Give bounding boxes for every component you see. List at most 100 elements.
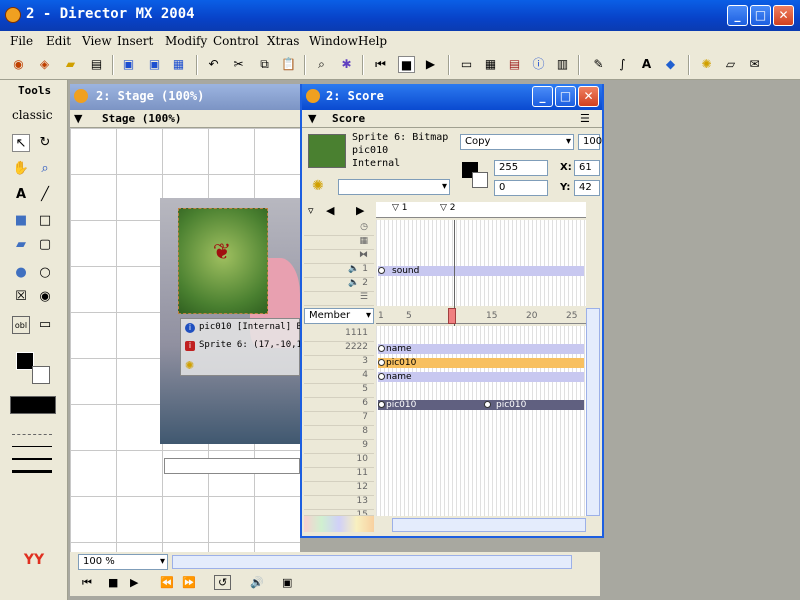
play-icon[interactable]: ▶ [130,576,138,589]
behavior-icon[interactable]: ✺ [312,178,324,194]
channel-label[interactable]: 5 [304,384,374,398]
channel-label[interactable]: 7 [304,412,374,426]
menu-window[interactable]: Window [309,34,358,48]
filled-round-rect-tool-icon[interactable]: ▰ [12,236,30,254]
copy-icon[interactable]: ⧉ [256,56,273,73]
checkbox-tool-icon[interactable]: ☒ [12,288,30,306]
radio-tool-icon[interactable]: ◉ [36,288,54,306]
score-close-button[interactable]: ✕ [578,86,599,107]
tempo-channel-icon[interactable]: ◷ [304,222,374,236]
zoom-select[interactable]: 100 % ▾ [78,554,168,570]
sound-channel-1[interactable]: 🔈 1 [304,264,374,278]
y-field[interactable]: 42 [574,180,600,196]
line-width-2[interactable] [12,458,52,460]
button-tool-icon[interactable]: obl [12,316,30,334]
sprite-pic010-3[interactable]: pic010 [378,358,584,368]
maximize-button[interactable]: □ [750,5,771,26]
menu-insert[interactable]: Insert [117,34,153,48]
zoom-tool-icon[interactable]: ⌕ [36,160,54,178]
sound-sprite[interactable]: sound [378,266,584,276]
line-width-3[interactable] [12,470,52,473]
line-width-1[interactable] [12,446,52,447]
channel-label[interactable]: 11 [304,468,374,482]
channel-label[interactable]: 9 [304,440,374,454]
stage-window-icon[interactable]: ▭ [458,56,475,73]
script-channel-icon[interactable]: ☰ [304,292,374,306]
rect-tool-icon[interactable]: □ [36,212,54,230]
publish-icon[interactable]: ▦ [170,56,187,73]
script-icon[interactable]: ▱ [722,56,739,73]
import-icon[interactable]: ▤ [88,56,105,73]
marker-channel[interactable]: ▽ 1 ▽ 2 [376,202,586,218]
step-forward-icon[interactable]: ⏩ [182,576,196,589]
cast-window-icon[interactable]: ▦ [482,56,499,73]
vector-shape-icon[interactable]: ∫ [614,56,631,73]
sprite-name-4[interactable]: name [378,372,584,382]
new-movie-icon[interactable]: ◉ [10,56,27,73]
channel-label[interactable]: 1111 [304,328,374,342]
channel-label[interactable]: 4 [304,370,374,384]
line-tool-icon[interactable]: ╱ [36,186,54,204]
blend-field[interactable]: 100 [578,134,602,150]
minimize-button[interactable]: _ [727,5,748,26]
undo-icon[interactable]: ↶ [205,56,222,73]
field-tool-icon[interactable]: ▭ [36,316,54,334]
sprite-channels-grid[interactable] [376,326,586,516]
find-icon[interactable]: ⌕ [313,56,330,73]
rewind-icon[interactable]: ⏮ [372,56,389,73]
loop-icon[interactable]: ↺ [214,575,232,590]
filled-ellipse-tool-icon[interactable]: ● [12,264,30,282]
channel-label[interactable]: 10 [304,454,374,468]
stop-icon[interactable]: ■ [398,56,415,73]
volume-icon[interactable]: 🔊 [250,576,264,589]
score-vscroll[interactable] [586,308,600,516]
movie-camera-icon[interactable]: ▣ [282,576,292,589]
menu-edit[interactable]: Edit [46,34,71,48]
score-window-icon[interactable]: ▤ [506,56,523,73]
menu-modify[interactable]: Modify [165,34,207,48]
score-hscroll[interactable] [392,518,586,532]
menu-xtras[interactable]: Xtras [267,34,299,48]
sound-channel-2[interactable]: 🔈 2 [304,278,374,292]
next-marker-icon[interactable]: ▶ [356,204,364,217]
paste-icon[interactable]: 📋 [280,56,297,73]
shockwave-3d-icon[interactable]: ◆ [662,56,679,73]
save-icon[interactable]: ▣ [120,56,137,73]
sprite-pic010-6b[interactable]: pic010 [484,400,584,410]
score-options-icon[interactable]: ☰ [580,112,590,125]
palette-channel-icon[interactable]: ▦ [304,236,374,250]
menu-view[interactable]: View [82,34,112,48]
ink-select[interactable]: Copy ▾ [460,134,574,150]
prev-marker-icon[interactable]: ◀ [326,204,334,217]
channel-label[interactable]: 13 [304,496,374,510]
behavior-icon[interactable]: ✺ [698,56,715,73]
property-inspector-icon[interactable]: ⓘ [530,56,547,73]
color-palette-strip[interactable] [304,516,374,532]
rotate-tool-icon[interactable]: ↻ [36,134,54,152]
score-collapse-icon[interactable]: ▼ [308,112,316,125]
sprite-name-2[interactable]: name [378,344,584,354]
menu-control[interactable]: Control [213,34,259,48]
stop-icon[interactable]: ■ [108,576,118,589]
tools-mode-select[interactable]: classic [12,108,53,122]
open-folder-icon[interactable]: ▰ [62,56,79,73]
playhead[interactable] [448,308,456,324]
stage-canvas[interactable]: ❦ i pic010 [Internal] Bi i Sprite 6: (17… [70,128,300,553]
paint-window-icon[interactable]: ✎ [590,56,607,73]
channel-label[interactable]: 6 [304,398,374,412]
hand-tool-icon[interactable]: ✋ [12,160,30,178]
new-cast-icon[interactable]: ◈ [36,56,53,73]
sprite-background-color[interactable] [472,172,488,188]
save-all-icon[interactable]: ▣ [146,56,163,73]
score-minimize-button[interactable]: _ [532,86,553,107]
message-icon[interactable]: ✉ [746,56,763,73]
transition-channel-icon[interactable]: ⧓ [304,250,374,264]
ellipse-tool-icon[interactable]: ○ [36,264,54,282]
channel-label[interactable]: 12 [304,482,374,496]
exchange-cast-icon[interactable]: ✱ [338,56,355,73]
step-back-icon[interactable]: ⏪ [160,576,174,589]
stage-bottom-hscroll[interactable] [172,555,572,569]
marker-2[interactable]: ▽ 2 [440,203,456,213]
menu-help[interactable]: Help [358,34,387,48]
play-icon[interactable]: ▶ [422,56,439,73]
